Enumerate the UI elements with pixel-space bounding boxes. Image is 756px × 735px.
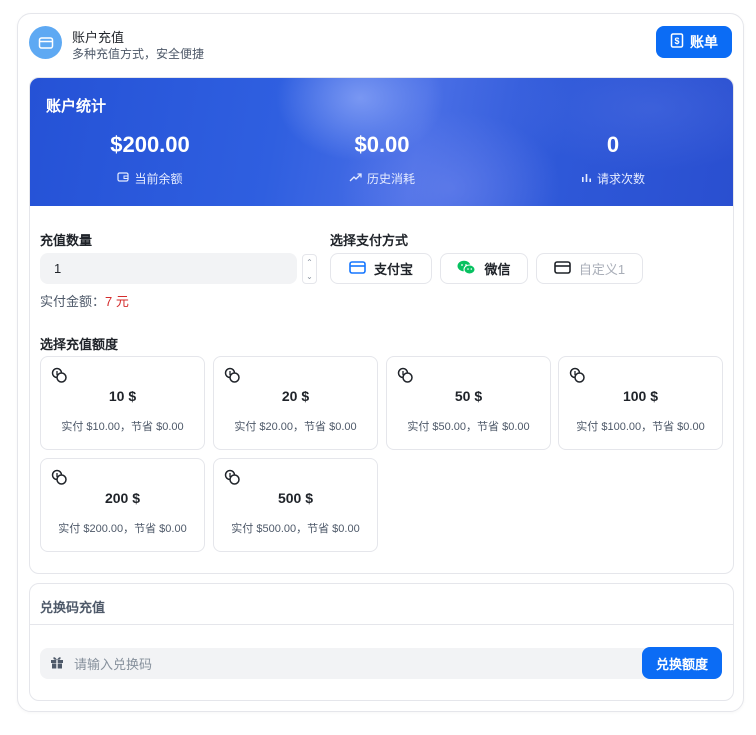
svg-text:$: $ bbox=[674, 36, 679, 46]
amount-value: 50 $ bbox=[454, 388, 483, 404]
coins-icon bbox=[51, 367, 67, 388]
amount-note: 实付 $100.00，节省 $0.00 bbox=[576, 421, 705, 433]
wallet-icon bbox=[117, 171, 130, 186]
redeem-code-input[interactable]: 请输入兑换码 bbox=[40, 648, 660, 679]
coins-icon bbox=[224, 469, 240, 490]
redeem-panel: 兑换码充值 请输入兑换码 兑换额度 bbox=[29, 583, 734, 701]
divider bbox=[30, 624, 733, 625]
page-title: 账户充值 bbox=[72, 30, 125, 45]
amounts-label: 选择充值额度 bbox=[40, 337, 119, 352]
amount-tile[interactable]: 500 $ 实付 $500.00，节省 $0.00 bbox=[213, 458, 378, 552]
coins-icon bbox=[51, 469, 67, 490]
stats-banner: 账户统计 $200.00 当前余额 $0.00 历史消耗 0 请求次数 bbox=[30, 78, 733, 206]
chevron-down-icon[interactable]: ⌄ bbox=[306, 272, 313, 281]
amount-value: 20 $ bbox=[281, 388, 310, 404]
quantity-label: 充值数量 bbox=[40, 233, 93, 248]
trend-up-icon bbox=[349, 172, 362, 186]
amount-value: 100 $ bbox=[622, 388, 659, 404]
amount-note: 实付 $20.00，节省 $0.00 bbox=[234, 421, 357, 433]
pay-custom-button[interactable]: 自定义1 bbox=[536, 253, 643, 284]
chevron-up-icon[interactable]: ⌃ bbox=[306, 258, 313, 267]
stat-label: 历史消耗 bbox=[366, 172, 415, 186]
payment-label: 选择支付方式 bbox=[330, 233, 409, 248]
credit-card-icon bbox=[29, 26, 62, 59]
pay-method-label: 支付宝 bbox=[373, 262, 413, 277]
stat-label: 当前余额 bbox=[134, 172, 183, 186]
pay-amount: 实付金额：7 元 bbox=[40, 291, 129, 310]
bill-button-label: 账单 bbox=[690, 34, 718, 50]
amount-value: 200 $ bbox=[104, 490, 141, 506]
stat-requests: 0 请求次数 bbox=[513, 130, 713, 187]
coins-icon bbox=[397, 367, 413, 388]
card-icon bbox=[349, 260, 366, 277]
amount-note: 实付 $500.00，节省 $0.00 bbox=[231, 523, 360, 535]
amount-tile[interactable]: 100 $ 实付 $100.00，节省 $0.00 bbox=[558, 356, 723, 450]
pay-wechat-button[interactable]: 微信 bbox=[440, 253, 528, 284]
stat-value: $200.00 bbox=[110, 132, 190, 157]
coins-icon bbox=[569, 367, 585, 388]
pay-amount-label: 实付金额： bbox=[40, 294, 106, 309]
pay-method-label: 微信 bbox=[484, 262, 511, 277]
redeem-title: 兑换码充值 bbox=[40, 600, 106, 615]
amount-tile[interactable]: 20 $ 实付 $20.00，节省 $0.00 bbox=[213, 356, 378, 450]
quantity-value: 1 bbox=[54, 261, 62, 276]
amount-tile[interactable]: 50 $ 实付 $50.00，节省 $0.00 bbox=[386, 356, 551, 450]
receipt-icon: $ bbox=[670, 33, 684, 51]
quantity-stepper[interactable]: ⌃ ⌄ bbox=[302, 254, 317, 284]
amount-value: 10 $ bbox=[108, 388, 137, 404]
redeem-button[interactable]: 兑换额度 bbox=[642, 647, 722, 679]
card-icon bbox=[554, 260, 571, 277]
pay-method-label: 自定义1 bbox=[578, 262, 626, 277]
gift-icon bbox=[50, 655, 64, 672]
stats-title: 账户统计 bbox=[46, 98, 107, 115]
main-panel: 账户统计 $200.00 当前余额 $0.00 历史消耗 0 请求次数 充值数量… bbox=[29, 77, 734, 574]
stat-value: 0 bbox=[606, 132, 620, 157]
redeem-placeholder: 请输入兑换码 bbox=[74, 657, 153, 672]
pay-amount-value: 7 元 bbox=[105, 294, 129, 309]
bill-button[interactable]: $ 账单 bbox=[656, 26, 732, 58]
page-subtitle: 多种充值方式，安全便捷 bbox=[72, 47, 205, 61]
pay-alipay-button[interactable]: 支付宝 bbox=[330, 253, 432, 284]
amount-tile[interactable]: 200 $ 实付 $200.00，节省 $0.00 bbox=[40, 458, 205, 552]
amount-note: 实付 $50.00，节省 $0.00 bbox=[407, 421, 530, 433]
amount-tile[interactable]: 10 $ 实付 $10.00，节省 $0.00 bbox=[40, 356, 205, 450]
quantity-input[interactable]: 1 bbox=[40, 253, 297, 284]
wechat-icon bbox=[457, 260, 476, 278]
amount-note: 实付 $200.00，节省 $0.00 bbox=[58, 523, 187, 535]
bar-chart-icon bbox=[581, 172, 592, 186]
amount-note: 实付 $10.00，节省 $0.00 bbox=[61, 421, 184, 433]
stat-label: 请求次数 bbox=[596, 172, 645, 186]
stat-balance: $200.00 当前余额 bbox=[50, 130, 250, 187]
stat-value: $0.00 bbox=[354, 132, 410, 157]
recharge-card: 账户充值 多种充值方式，安全便捷 $ 账单 账户统计 $200.00 当前余额 … bbox=[17, 13, 744, 712]
stat-consumption: $0.00 历史消耗 bbox=[282, 130, 482, 187]
coins-icon bbox=[224, 367, 240, 388]
amount-value: 500 $ bbox=[277, 490, 314, 506]
header: 账户充值 多种充值方式，安全便捷 $ 账单 bbox=[29, 26, 732, 61]
